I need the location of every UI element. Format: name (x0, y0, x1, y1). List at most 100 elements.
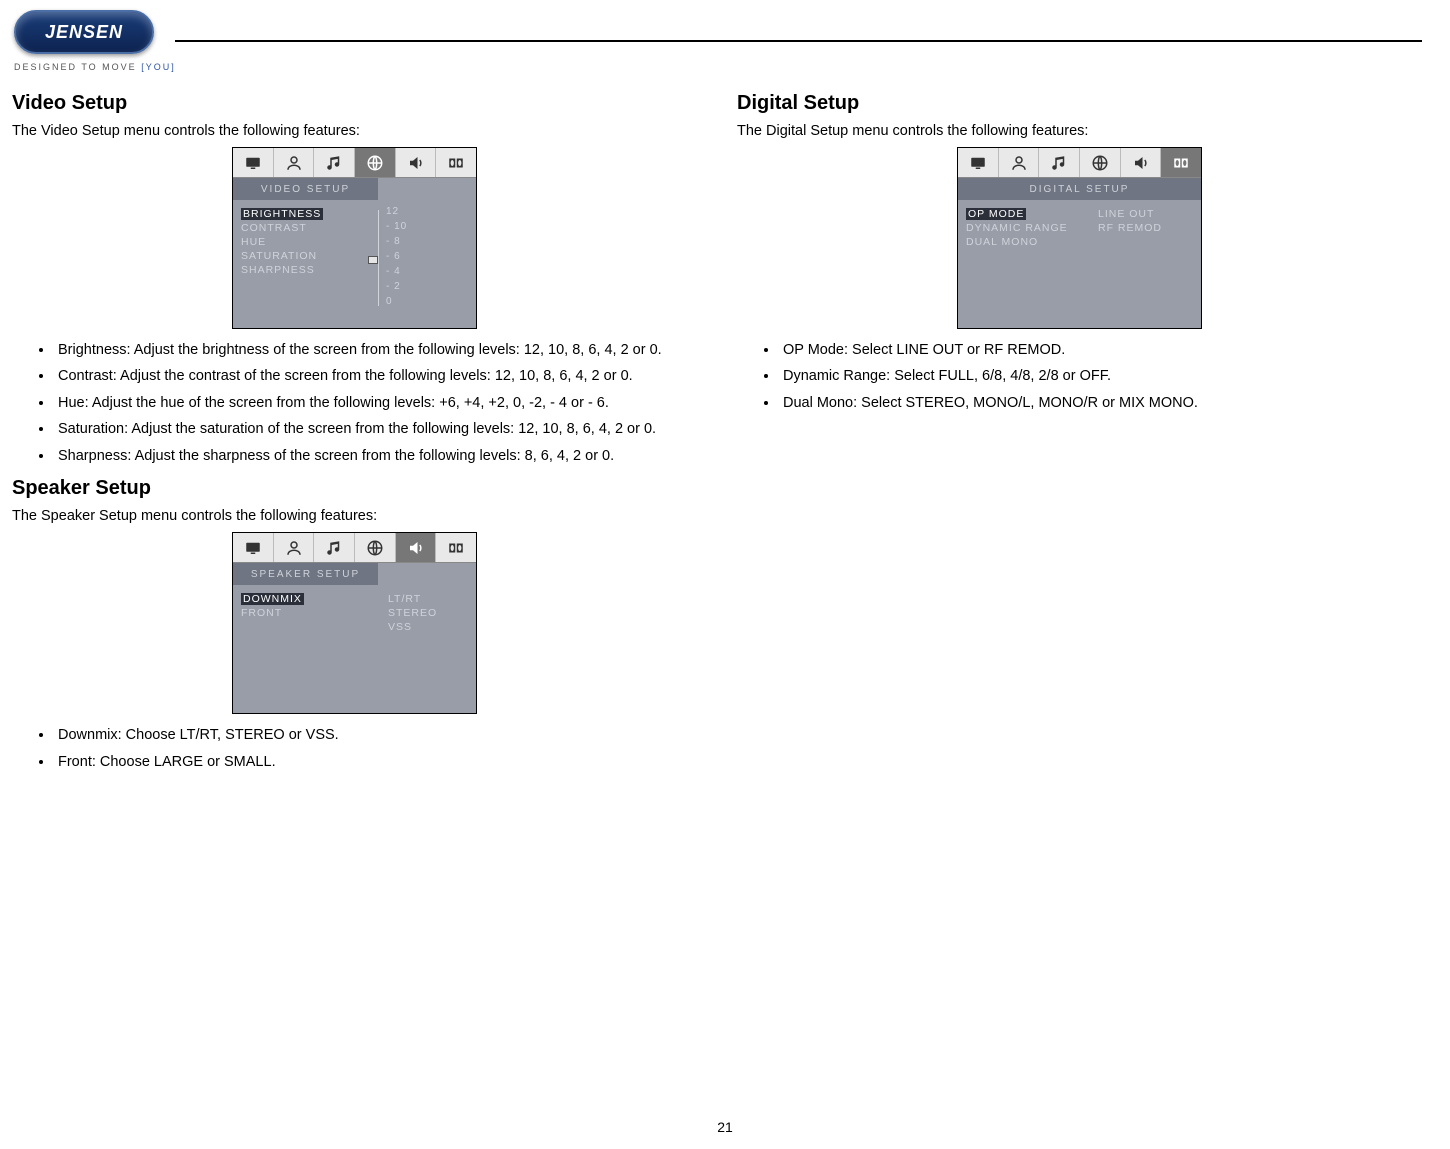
dolby-icon (436, 148, 476, 177)
osd-body: DOWNMIX FRONT LT/RT STEREO VSS (233, 585, 476, 713)
globe-icon (1080, 148, 1121, 177)
bullet: OP Mode: Select LINE OUT or RF REMOD. (779, 339, 1422, 361)
display-icon (233, 148, 274, 177)
person-icon (274, 533, 315, 562)
osd-item: SATURATION (241, 250, 370, 262)
osd-menu-left: BRIGHTNESS CONTRAST HUE SATURATION SHARP… (233, 200, 378, 328)
speaker-osd-figure: SPEAKER SETUP DOWNMIX FRONT LT/RT STEREO… (12, 532, 697, 714)
bullet: Contrast: Adjust the contrast of the scr… (54, 365, 697, 387)
bullet: Hue: Adjust the hue of the screen from t… (54, 392, 697, 414)
digital-osd: DIGITAL SETUP OP MODE DYNAMIC RANGE DUAL… (957, 147, 1202, 329)
osd-item: DYNAMIC RANGE (966, 222, 1080, 234)
speaker-setup-bullets: Downmix: Choose LT/RT, STEREO or VSS. Fr… (12, 724, 697, 773)
tagline-you: [YOU] (141, 62, 176, 72)
person-icon (999, 148, 1040, 177)
video-setup-intro: The Video Setup menu controls the follow… (12, 123, 697, 139)
music-icon (1039, 148, 1080, 177)
globe-icon (355, 148, 396, 177)
osd-item: RF REMOD (1098, 222, 1195, 234)
osd-item: LINE OUT (1098, 208, 1195, 220)
scale-value: - 6 (386, 251, 401, 262)
osd-tab-row (958, 148, 1201, 178)
page-number: 21 (0, 1119, 1450, 1135)
brand-logo: JENSEN (14, 10, 154, 54)
digital-setup-intro: The Digital Setup menu controls the foll… (737, 123, 1422, 139)
osd-item-selected: DOWNMIX (241, 593, 304, 605)
video-setup-heading: Video Setup (12, 92, 697, 115)
osd-item: DUAL MONO (966, 236, 1080, 248)
video-osd: VIDEO SETUP BRIGHTNESS CONTRAST HUE SATU… (232, 147, 477, 329)
dolby-icon (436, 533, 476, 562)
osd-title: VIDEO SETUP (233, 178, 378, 200)
osd-value-scale: 12 - 10 - 8 - 6 - 4 - 2 0 (378, 200, 476, 328)
osd-body: OP MODE DYNAMIC RANGE DUAL MONO LINE OUT… (958, 200, 1201, 328)
osd-title-row: VIDEO SETUP (233, 178, 476, 200)
slider-knob-icon (368, 256, 378, 264)
osd-title-row: SPEAKER SETUP (233, 563, 476, 585)
header-right: JWM6A (185, 10, 1422, 42)
dolby-icon (1161, 148, 1201, 177)
scale-line (378, 210, 379, 306)
bullet: Dynamic Range: Select FULL, 6/8, 4/8, 2/… (779, 365, 1422, 387)
music-icon (314, 533, 355, 562)
digital-setup-bullets: OP Mode: Select LINE OUT or RF REMOD. Dy… (737, 339, 1422, 414)
osd-title-row: DIGITAL SETUP (958, 178, 1201, 200)
left-column: Video Setup The Video Setup menu control… (12, 92, 697, 777)
osd-item-selected: OP MODE (966, 208, 1026, 220)
osd-item: CONTRAST (241, 222, 370, 234)
osd-title: SPEAKER SETUP (233, 563, 378, 585)
osd-tab-row (233, 148, 476, 178)
osd-title-spacer (378, 178, 476, 200)
speaker-icon (1121, 148, 1162, 177)
content-columns: Video Setup The Video Setup menu control… (10, 92, 1422, 777)
brand-name: JENSEN (45, 22, 123, 43)
bullet: Sharpness: Adjust the sharpness of the s… (54, 445, 697, 467)
display-icon (233, 533, 274, 562)
speaker-setup-heading: Speaker Setup (12, 477, 697, 500)
person-icon (274, 148, 315, 177)
header-rule (175, 40, 1422, 42)
osd-body: BRIGHTNESS CONTRAST HUE SATURATION SHARP… (233, 200, 476, 328)
speaker-icon (396, 533, 437, 562)
bullet: Dual Mono: Select STEREO, MONO/L, MONO/R… (779, 392, 1422, 414)
digital-osd-figure: DIGITAL SETUP OP MODE DYNAMIC RANGE DUAL… (737, 147, 1422, 329)
display-icon (958, 148, 999, 177)
speaker-icon (396, 148, 437, 177)
scale-value: 0 (386, 296, 393, 307)
osd-tab-row (233, 533, 476, 563)
tagline-pre: DESIGNED TO MOVE (14, 62, 141, 72)
scale-value: - 10 (386, 221, 407, 232)
scale-value: 12 (386, 206, 399, 217)
osd-item: STEREO (388, 607, 470, 619)
scale-value: - 2 (386, 281, 401, 292)
bullet: Brightness: Adjust the brightness of the… (54, 339, 697, 361)
video-osd-figure: VIDEO SETUP BRIGHTNESS CONTRAST HUE SATU… (12, 147, 697, 329)
bullet: Front: Choose LARGE or SMALL. (54, 751, 697, 773)
scale-value: - 8 (386, 236, 401, 247)
speaker-setup-intro: The Speaker Setup menu controls the foll… (12, 508, 697, 524)
right-column: Digital Setup The Digital Setup menu con… (737, 92, 1422, 777)
brand-tagline: DESIGNED TO MOVE [YOU] (14, 62, 185, 72)
osd-item: SHARPNESS (241, 264, 370, 276)
osd-title: DIGITAL SETUP (958, 178, 1201, 200)
scale-value: - 4 (386, 266, 401, 277)
brand-block: JENSEN DESIGNED TO MOVE [YOU] (10, 10, 185, 72)
video-setup-bullets: Brightness: Adjust the brightness of the… (12, 339, 697, 467)
osd-item-selected: BRIGHTNESS (241, 208, 323, 220)
osd-item: LT/RT (388, 593, 470, 605)
osd-menu-left: DOWNMIX FRONT (233, 585, 378, 713)
speaker-osd: SPEAKER SETUP DOWNMIX FRONT LT/RT STEREO… (232, 532, 477, 714)
osd-item: VSS (388, 621, 470, 633)
osd-item: FRONT (241, 607, 370, 619)
osd-title-spacer (378, 563, 476, 585)
music-icon (314, 148, 355, 177)
bullet: Downmix: Choose LT/RT, STEREO or VSS. (54, 724, 697, 746)
osd-menu-right: LINE OUT RF REMOD (1088, 200, 1201, 328)
digital-setup-heading: Digital Setup (737, 92, 1422, 115)
bullet: Saturation: Adjust the saturation of the… (54, 418, 697, 440)
osd-item: HUE (241, 236, 370, 248)
osd-menu-right: LT/RT STEREO VSS (378, 585, 476, 713)
osd-menu-left: OP MODE DYNAMIC RANGE DUAL MONO (958, 200, 1088, 328)
globe-icon (355, 533, 396, 562)
page-header: JENSEN DESIGNED TO MOVE [YOU] JWM6A (10, 10, 1422, 72)
